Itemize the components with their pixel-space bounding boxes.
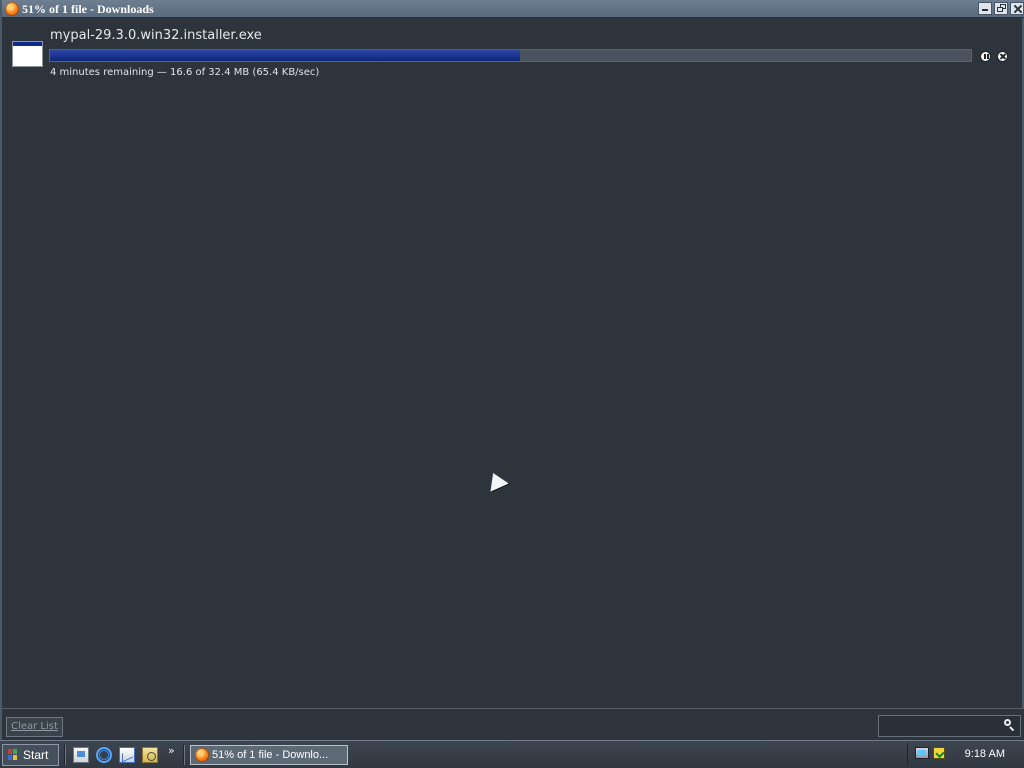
chevron-right-icon[interactable]: » bbox=[168, 745, 175, 757]
security-icon[interactable] bbox=[933, 747, 945, 759]
download-item[interactable]: mypal-29.3.0.win32.installer.exe 4 minut… bbox=[6, 19, 1022, 81]
cancel-button[interactable] bbox=[997, 51, 1008, 62]
download-progress-bar bbox=[49, 49, 972, 62]
network-icon[interactable] bbox=[915, 747, 929, 759]
internet-explorer-icon[interactable] bbox=[96, 747, 112, 763]
taskbar-separator bbox=[64, 745, 66, 765]
firefox-icon bbox=[5, 2, 19, 16]
pause-button[interactable] bbox=[980, 51, 991, 62]
search-icon[interactable] bbox=[1003, 719, 1014, 730]
taskbar-button-label: 51% of 1 file - Downlo... bbox=[212, 749, 329, 761]
window-titlebar[interactable]: 51% of 1 file - Downloads bbox=[2, 0, 1024, 18]
folder-search-icon[interactable] bbox=[142, 747, 158, 763]
search-input[interactable] bbox=[879, 716, 997, 736]
start-button[interactable]: Start bbox=[2, 744, 59, 766]
application-file-icon bbox=[12, 41, 43, 67]
download-status: 4 minutes remaining — 16.6 of 32.4 MB (6… bbox=[50, 67, 320, 78]
desktop-icon[interactable] bbox=[73, 747, 89, 763]
close-button[interactable] bbox=[1010, 2, 1024, 15]
taskbar: Start » 51% of 1 file - Downlo... 9:18 A… bbox=[0, 740, 1024, 768]
search-box[interactable] bbox=[878, 715, 1021, 737]
downloads-list: mypal-29.3.0.win32.installer.exe 4 minut… bbox=[6, 19, 1022, 708]
windows-start-icon bbox=[8, 749, 18, 761]
taskbar-button-downloads[interactable]: 51% of 1 file - Downlo... bbox=[190, 745, 348, 765]
start-label: Start bbox=[23, 748, 49, 762]
firefox-icon bbox=[195, 748, 209, 762]
window-controls bbox=[978, 2, 1024, 15]
mail-icon[interactable] bbox=[119, 747, 135, 763]
clear-list-button[interactable]: Clear List bbox=[6, 717, 63, 737]
downloads-window: 51% of 1 file - Downloads mypal-29.3.0.w… bbox=[0, 0, 1024, 740]
restore-button[interactable] bbox=[994, 2, 1008, 15]
download-file-name: mypal-29.3.0.win32.installer.exe bbox=[50, 28, 262, 43]
system-tray: 9:18 AM bbox=[907, 743, 1022, 765]
minimize-button[interactable] bbox=[978, 2, 992, 15]
clock: 9:18 AM bbox=[964, 748, 1005, 760]
taskbar-separator bbox=[183, 745, 185, 765]
downloads-footer: Clear List bbox=[2, 708, 1024, 740]
window-title: 51% of 1 file - Downloads bbox=[22, 2, 154, 16]
mouse-cursor-icon bbox=[484, 468, 509, 492]
download-progress-fill bbox=[50, 50, 520, 61]
